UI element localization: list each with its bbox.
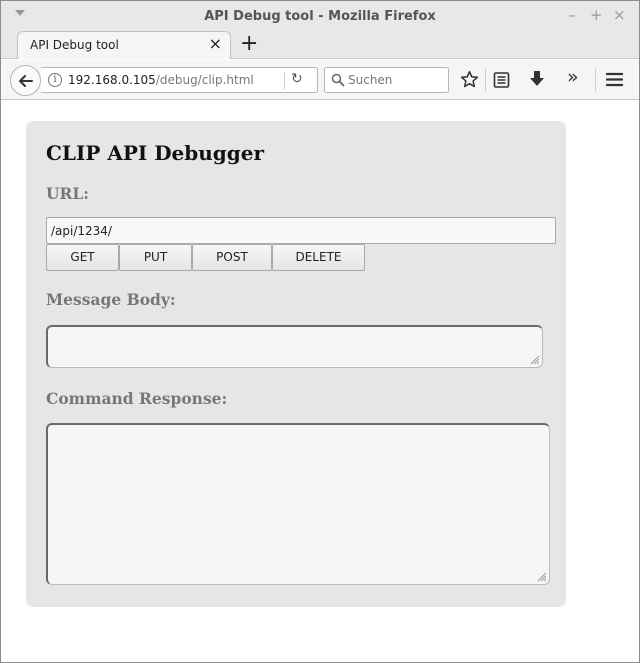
navigation-toolbar: i 192.168.0.105/debug/clip.html ↻ Suchen… xyxy=(1,60,639,100)
put-button[interactable]: PUT xyxy=(119,244,192,271)
back-button[interactable] xyxy=(10,65,41,96)
post-button[interactable]: POST xyxy=(192,244,272,271)
toolbar-separator xyxy=(485,68,486,92)
message-body-label: Message Body: xyxy=(46,290,176,309)
tab-label: API Debug tool xyxy=(30,38,119,52)
url-label: URL: xyxy=(46,184,90,203)
page-content: CLIP API Debugger URL: GET PUT POST DELE… xyxy=(1,101,639,662)
hamburger-menu-icon[interactable] xyxy=(606,72,623,87)
urlbar-separator xyxy=(284,72,285,89)
url-path: /debug/clip.html xyxy=(155,73,254,87)
tab-bar: API Debug tool × + xyxy=(1,31,639,59)
command-response-textarea[interactable] xyxy=(46,423,550,585)
close-window-button[interactable]: × xyxy=(613,7,626,23)
resize-grip-icon[interactable] xyxy=(537,572,547,582)
url-host: 192.168.0.105 xyxy=(68,73,156,87)
search-placeholder: Suchen xyxy=(348,73,393,87)
close-tab-icon[interactable]: × xyxy=(209,35,222,53)
search-icon xyxy=(331,73,345,87)
info-icon[interactable]: i xyxy=(48,73,62,87)
url-text[interactable]: 192.168.0.105/debug/clip.html xyxy=(68,73,254,87)
get-button[interactable]: GET xyxy=(46,244,119,271)
tab-api-debug-tool[interactable]: API Debug tool × xyxy=(17,31,231,59)
toolbar-separator xyxy=(595,68,596,92)
overflow-icon[interactable]: » xyxy=(567,66,579,88)
command-response-label: Command Response: xyxy=(46,389,228,408)
resize-grip-icon[interactable] xyxy=(530,355,540,365)
delete-button[interactable]: DELETE xyxy=(272,244,365,271)
search-box[interactable]: Suchen xyxy=(324,67,449,93)
browser-window: API Debug tool - Mozilla Firefox – + × A… xyxy=(0,0,640,663)
title-bar: API Debug tool - Mozilla Firefox – + × xyxy=(1,1,639,31)
library-icon[interactable] xyxy=(493,70,510,89)
minimize-button[interactable]: – xyxy=(568,7,576,23)
download-icon[interactable] xyxy=(529,70,545,89)
reload-icon[interactable]: ↻ xyxy=(291,71,303,87)
new-tab-button[interactable]: + xyxy=(240,32,258,56)
maximize-button[interactable]: + xyxy=(590,7,603,23)
message-body-textarea[interactable] xyxy=(46,325,543,368)
debugger-panel: CLIP API Debugger URL: GET PUT POST DELE… xyxy=(26,121,566,607)
page-title: CLIP API Debugger xyxy=(46,141,265,165)
star-icon[interactable] xyxy=(460,70,479,89)
window-title: API Debug tool - Mozilla Firefox xyxy=(204,9,436,24)
url-input[interactable] xyxy=(46,217,556,244)
url-bar[interactable]: i 192.168.0.105/debug/clip.html ↻ xyxy=(41,67,318,93)
back-arrow-icon xyxy=(19,75,33,87)
